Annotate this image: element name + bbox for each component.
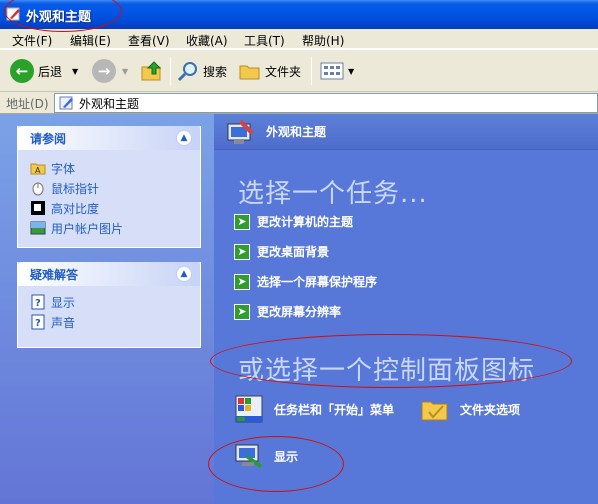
taskbar-start-menu-icon-link[interactable]: 任务栏和「开始」菜单 <box>234 394 394 424</box>
menu-bar: 文件(F) 编辑(E) 查看(V) 收藏(A) 工具(T) 帮助(H) <box>0 29 598 49</box>
troubleshoot-display[interactable]: ? 显示 <box>18 292 200 312</box>
cpl-label: 任务栏和「开始」菜单 <box>274 402 395 417</box>
collapse-chevron-icon[interactable]: ▲ <box>176 266 192 282</box>
views-button[interactable]: ▼ <box>320 57 354 85</box>
folders-button[interactable]: 文件夹 <box>239 57 301 85</box>
appearance-icon <box>59 96 73 110</box>
folder-up-icon <box>141 61 162 81</box>
high-contrast-icon <box>31 201 45 215</box>
troubleshoot-sound-label: 声音 <box>51 315 76 330</box>
see-also-mouse-pointers[interactable]: 鼠标指针 <box>18 178 200 198</box>
address-label: 地址(D) <box>6 97 49 111</box>
troubleshoot-header[interactable]: 疑难解答 ▲ <box>18 262 200 286</box>
task-choose-screensaver[interactable]: ➤ 选择一个屏幕保护程序 <box>234 273 377 290</box>
help-icon: ? <box>31 294 45 310</box>
cpl-label: 文件夹选项 <box>460 402 521 417</box>
fonts-folder-icon: A <box>30 163 46 175</box>
taskbar-icon <box>235 395 263 423</box>
mouse-pointer-icon <box>32 182 44 196</box>
menu-view[interactable]: 查看(V) <box>128 32 170 49</box>
address-value: 外观和主题 <box>79 96 140 111</box>
search-button[interactable]: 搜索 <box>177 57 227 85</box>
forward-arrow-icon: → <box>92 59 116 83</box>
svg-text:A: A <box>35 166 41 175</box>
see-also-panel: 请参阅 ▲ A 字体 鼠标指针 高对比度 用户帐户图片 <box>17 126 201 248</box>
troubleshoot-sound[interactable]: ? 声音 <box>18 312 200 332</box>
annotation-ellipse <box>210 334 572 388</box>
appearance-category-icon <box>227 120 254 144</box>
address-bar: 地址(D) 外观和主题 <box>0 92 598 114</box>
menu-tools[interactable]: 工具(T) <box>244 32 285 49</box>
back-button[interactable]: ← 后退 ▼ <box>10 57 78 85</box>
folders-label: 文件夹 <box>265 64 302 79</box>
svg-text:?: ? <box>35 298 41 309</box>
task-change-resolution[interactable]: ➤ 更改屏幕分辨率 <box>234 303 341 320</box>
see-also-fonts-label: 字体 <box>51 161 76 176</box>
category-header: 外观和主题 <box>214 114 598 150</box>
see-also-mouse-pointers-label: 鼠标指针 <box>51 181 100 196</box>
see-also-high-contrast[interactable]: 高对比度 <box>18 198 200 218</box>
task-label: 更改桌面背景 <box>257 245 330 259</box>
task-pane: 请参阅 ▲ A 字体 鼠标指针 高对比度 用户帐户图片 疑难解答 ▲ ? 显示 … <box>0 114 214 504</box>
pick-task-heading: 选择一个任务... <box>238 179 428 209</box>
views-dropdown-icon[interactable]: ▼ <box>348 67 354 76</box>
task-change-background[interactable]: ➤ 更改桌面背景 <box>234 243 329 260</box>
green-arrow-icon: ➤ <box>234 303 250 320</box>
window: 外观和主题 文件(F) 编辑(E) 查看(V) 收藏(A) 工具(T) 帮助(H… <box>0 0 598 504</box>
troubleshoot-title: 疑难解答 <box>30 267 79 282</box>
category-title: 外观和主题 <box>266 125 327 139</box>
folder-options-icon <box>421 401 448 421</box>
toolbar-separator <box>170 57 171 85</box>
green-arrow-icon: ➤ <box>234 273 250 290</box>
menu-help[interactable]: 帮助(H) <box>302 32 344 49</box>
up-button[interactable] <box>140 57 164 85</box>
search-label: 搜索 <box>203 64 228 79</box>
task-label: 选择一个屏幕保护程序 <box>257 275 378 289</box>
address-input[interactable]: 外观和主题 <box>54 93 598 113</box>
menu-edit[interactable]: 编辑(E) <box>70 32 111 49</box>
user-picture-icon <box>30 221 46 235</box>
see-also-user-picture[interactable]: 用户帐户图片 <box>18 218 200 238</box>
task-change-theme[interactable]: ➤ 更改计算机的主题 <box>234 213 353 230</box>
forward-dropdown-icon[interactable]: ▼ <box>122 67 128 76</box>
svg-text:?: ? <box>35 318 41 329</box>
see-also-title: 请参阅 <box>30 131 67 146</box>
task-label: 更改计算机的主题 <box>257 215 354 229</box>
toolbar-separator <box>311 57 312 85</box>
back-label: 后退 <box>38 64 63 79</box>
back-dropdown-icon[interactable]: ▼ <box>72 67 78 76</box>
menu-file[interactable]: 文件(F) <box>12 32 52 49</box>
task-label: 更改屏幕分辨率 <box>257 305 342 319</box>
see-also-high-contrast-label: 高对比度 <box>51 201 100 216</box>
toolbar: ← 后退 ▼ → ▼ 搜索 文件夹 ▼ <box>0 50 598 92</box>
troubleshoot-display-label: 显示 <box>51 295 76 310</box>
menu-favorites[interactable]: 收藏(A) <box>186 32 228 49</box>
collapse-chevron-icon[interactable]: ▲ <box>176 130 192 146</box>
troubleshoot-panel: 疑难解答 ▲ ? 显示 ? 声音 <box>17 262 201 348</box>
help-icon: ? <box>31 314 45 330</box>
see-also-user-picture-label: 用户帐户图片 <box>51 221 124 236</box>
folder-options-icon-link[interactable]: 文件夹选项 <box>420 394 520 424</box>
annotation-ellipse <box>208 436 344 492</box>
green-arrow-icon: ➤ <box>234 243 250 260</box>
back-arrow-icon: ← <box>10 59 34 83</box>
forward-button[interactable]: → ▼ <box>92 57 128 85</box>
green-arrow-icon: ➤ <box>234 213 250 230</box>
folder-icon <box>239 65 260 80</box>
see-also-fonts[interactable]: A 字体 <box>18 158 200 178</box>
search-icon <box>177 62 197 82</box>
views-grid-icon <box>320 62 344 80</box>
see-also-header[interactable]: 请参阅 ▲ <box>18 126 200 150</box>
